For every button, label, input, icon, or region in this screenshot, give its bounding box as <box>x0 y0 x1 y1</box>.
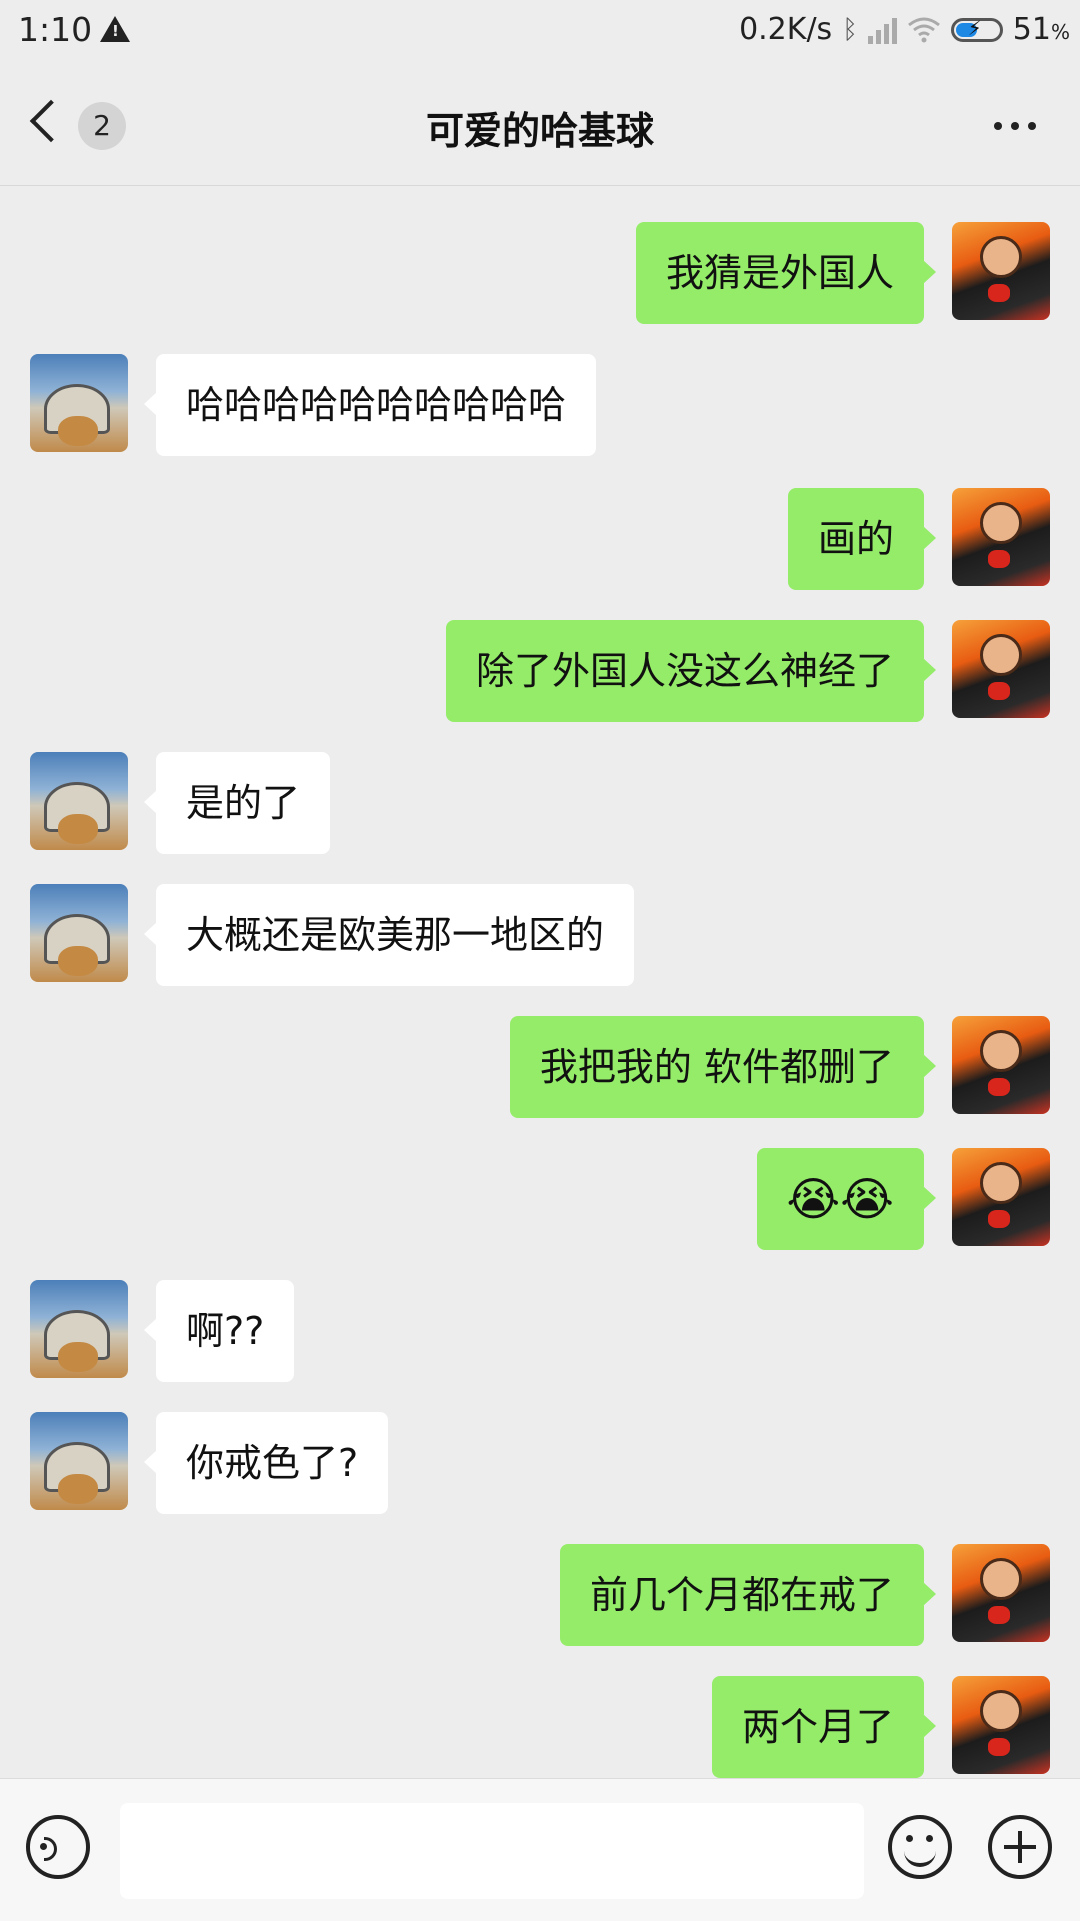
message-bubble[interactable]: 哈哈哈哈哈哈哈哈哈哈 <box>143 354 597 456</box>
message-bubble[interactable]: 大概还是欧美那一地区的 <box>143 884 635 986</box>
outgoing-message: 画的 <box>0 488 1080 592</box>
outgoing-message: 😭😭 <box>0 1148 1080 1252</box>
contact-avatar[interactable] <box>30 354 128 452</box>
message-bubble[interactable]: 两个月了 <box>711 1676 937 1778</box>
status-right-group: 0.2K/s ᛒ ⚡ 51% <box>739 12 1070 47</box>
message-bubble[interactable]: 😭😭 <box>756 1148 936 1250</box>
message-bubble[interactable]: 啊?? <box>143 1280 295 1382</box>
message-bubble[interactable]: 你戒色了? <box>143 1412 389 1514</box>
more-options-icon[interactable] <box>994 122 1036 130</box>
my-avatar[interactable] <box>952 1148 1050 1246</box>
status-time: 1:10 <box>18 10 93 49</box>
my-avatar[interactable] <box>952 1016 1050 1114</box>
my-avatar[interactable] <box>952 1544 1050 1642</box>
bluetooth-icon: ᛒ <box>842 14 858 45</box>
contact-avatar[interactable] <box>30 884 128 982</box>
my-avatar[interactable] <box>952 488 1050 586</box>
message-bubble[interactable]: 我把我的 软件都删了 <box>509 1016 937 1118</box>
incoming-message: 哈哈哈哈哈哈哈哈哈哈 <box>0 354 1080 458</box>
emoji-icon[interactable] <box>888 1815 952 1879</box>
battery-percent: 51% <box>1012 12 1070 47</box>
message-bubble[interactable]: 前几个月都在戒了 <box>559 1544 937 1646</box>
my-avatar[interactable] <box>952 620 1050 718</box>
battery-charging-icon: ⚡ <box>950 16 1003 42</box>
outgoing-message: 前几个月都在戒了 <box>0 1544 1080 1648</box>
message-bubble[interactable]: 是的了 <box>143 752 331 854</box>
hd-signal-icon <box>867 16 897 44</box>
network-speed: 0.2K/s <box>739 12 833 47</box>
add-attachment-icon[interactable] <box>988 1815 1052 1879</box>
outgoing-message: 两个月了 <box>0 1676 1080 1778</box>
outgoing-message: 我把我的 软件都删了 <box>0 1016 1080 1120</box>
chat-title: 可爱的哈基球 <box>425 109 654 153</box>
message-bubble[interactable]: 画的 <box>787 488 937 590</box>
message-bubble[interactable]: 我猜是外国人 <box>635 222 937 324</box>
message-text-field[interactable] <box>120 1803 864 1899</box>
outgoing-message: 除了外国人没这么神经了 <box>0 620 1080 724</box>
chat-message-list[interactable]: 我猜是外国人 哈哈哈哈哈哈哈哈哈哈画的除了外国人没这么神经了是的了大概还是欧美那一… <box>0 186 1080 1778</box>
warning-icon <box>100 16 130 42</box>
outgoing-message: 我猜是外国人 <box>0 222 1080 326</box>
my-avatar[interactable] <box>952 222 1050 320</box>
contact-avatar[interactable] <box>30 1412 128 1510</box>
incoming-message: 啊?? <box>0 1280 1080 1384</box>
incoming-message: 大概还是欧美那一地区的 <box>0 884 1080 988</box>
incoming-message: 你戒色了? <box>0 1412 1080 1516</box>
message-bubble[interactable]: 除了外国人没这么神经了 <box>445 620 937 722</box>
contact-avatar[interactable] <box>30 752 128 850</box>
my-avatar[interactable] <box>952 1676 1050 1774</box>
status-bar: 1:10 0.2K/s ᛒ ⚡ 51% <box>0 0 1080 70</box>
incoming-message: 是的了 <box>0 752 1080 856</box>
message-input-bar <box>0 1778 1080 1921</box>
voice-input-icon[interactable] <box>26 1815 90 1879</box>
wifi-icon <box>907 17 941 43</box>
chat-header: 2 可爱的哈基球 <box>0 70 1080 186</box>
contact-avatar[interactable] <box>30 1280 128 1378</box>
